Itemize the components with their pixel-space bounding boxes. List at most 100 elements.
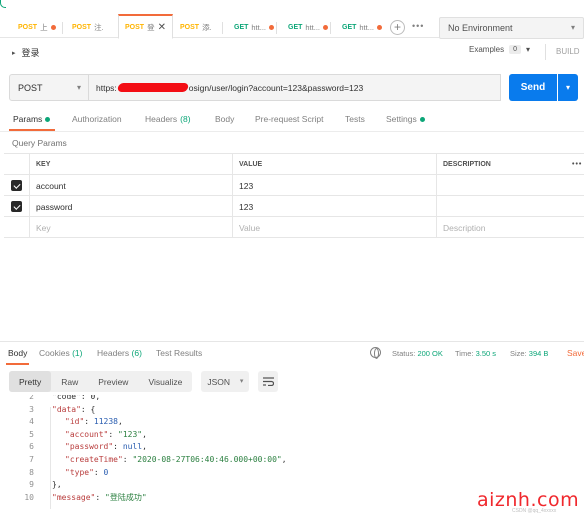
build-mode-button[interactable]: BUILD (556, 47, 580, 56)
active-dot-icon (45, 116, 51, 122)
response-divider[interactable] (0, 341, 584, 342)
param-value[interactable]: 123 (232, 175, 436, 196)
tab-params[interactable]: Params (13, 114, 51, 124)
response-tab-cookies[interactable]: Cookies (1) (39, 348, 82, 358)
request-sub-tabs: Params Authorization Headers (8) Body Pr… (0, 108, 584, 132)
row-checkbox-cell (4, 196, 29, 217)
code-token: "message" (52, 492, 96, 502)
checkbox-checked-icon[interactable] (11, 201, 22, 212)
code-text: "account": "123", (65, 429, 147, 442)
cookies-count: (1) (72, 348, 83, 358)
url-input[interactable]: https: osign/user/login?account=123&pass… (89, 74, 501, 101)
method-select[interactable]: POST ▾ (9, 74, 89, 101)
tab-headers[interactable]: Headers (8) (145, 114, 191, 124)
line-number: 10 (24, 492, 34, 502)
request-title[interactable]: ▸ 登录 (12, 46, 40, 59)
checkbox-checked-icon[interactable] (11, 180, 22, 191)
code-line: 8 "type": 0 (0, 467, 584, 480)
headers-count: (6) (131, 348, 142, 358)
size-readout: Size: 394 B (510, 349, 548, 358)
request-tab[interactable]: GET htt... (282, 16, 334, 38)
request-tab[interactable]: GET htt... (336, 16, 388, 38)
tab-method: GET (234, 23, 249, 31)
param-description[interactable] (436, 196, 566, 217)
view-visualize-button[interactable]: Visualize (138, 371, 192, 392)
new-tab-plus-icon[interactable]: + (390, 20, 405, 35)
new-key-input[interactable]: Key (29, 217, 232, 238)
code-token: "account" (65, 429, 109, 439)
size-value: 394 B (528, 349, 549, 358)
code-token: "type" (65, 467, 94, 477)
tab-divider (62, 22, 63, 34)
status-value: 200 OK (417, 349, 443, 358)
save-response-button[interactable]: Save (567, 348, 584, 358)
send-options-chevron-icon[interactable]: ▾ (558, 74, 578, 101)
environment-select[interactable]: No Environment ▾ (439, 17, 584, 39)
tab-divider (276, 22, 277, 34)
tab-body[interactable]: Body (215, 114, 234, 124)
param-value[interactable]: 123 (232, 196, 436, 217)
view-preview-button[interactable]: Preview (88, 371, 138, 392)
view-pretty-button[interactable]: Pretty (9, 371, 52, 392)
code-token: "登陆成功" (105, 492, 147, 502)
param-key[interactable]: account (29, 175, 232, 196)
view-raw-button[interactable]: Raw (51, 371, 88, 392)
header-cell-value: VALUE (232, 154, 436, 175)
request-tab[interactable]: GET htt... (228, 16, 280, 38)
status-label: Status: (392, 349, 416, 358)
header-cell (4, 154, 29, 175)
code-token: "2020-08-27T06:40:46.000+00:00" (132, 455, 282, 464)
row-checkbox-cell (4, 175, 29, 196)
line-number: 3 (29, 404, 34, 414)
code-token: : (113, 442, 123, 452)
request-tab-active[interactable]: POST 登 ✕ (118, 14, 173, 39)
code-text: "createTime": "2020-08-27T06:40:46.000+0… (65, 454, 287, 467)
more-tabs-icon[interactable]: ••• (412, 21, 424, 31)
divider (545, 44, 546, 60)
tab-pre-request-script[interactable]: Pre-request Script (255, 114, 324, 124)
format-select[interactable]: JSON ▾ (201, 371, 250, 392)
send-button[interactable]: Send (509, 74, 557, 101)
response-tab-test-results[interactable]: Test Results (156, 348, 202, 358)
tab-settings[interactable]: Settings (386, 114, 425, 124)
url-prefix: https: (96, 82, 117, 93)
line-number: 5 (29, 429, 34, 439)
code-token: : (84, 417, 94, 427)
globe-icon[interactable] (370, 347, 381, 359)
param-key[interactable]: password (29, 196, 232, 217)
param-description[interactable] (436, 175, 566, 196)
request-tab[interactable]: POST 添. (174, 16, 218, 38)
response-tab-headers[interactable]: Headers (6) (97, 348, 142, 358)
request-tab[interactable]: POST 上 (12, 16, 62, 38)
table-row: password 123 (4, 196, 584, 217)
new-value-input[interactable]: Value (232, 217, 436, 238)
request-name: 登录 (21, 48, 40, 58)
tab-authorization[interactable]: Authorization (72, 114, 122, 124)
more-options-icon[interactable]: ••• (566, 154, 584, 175)
active-tab-indicator (9, 129, 55, 131)
code-token: , (142, 442, 147, 452)
line-number: 6 (29, 442, 34, 452)
tab-tests[interactable]: Tests (345, 114, 365, 124)
code-text: }, (52, 479, 62, 492)
examples-label: Examples (469, 45, 505, 54)
corner-indicator (0, 0, 6, 8)
examples-dropdown[interactable]: Examples 0 ▾ (469, 45, 530, 54)
environment-label: No Environment (448, 23, 513, 33)
code-line: 2 "code": 0, (0, 395, 584, 404)
tab-method: POST (18, 23, 38, 31)
new-description-input[interactable]: Description (436, 217, 566, 238)
close-icon[interactable]: ✕ (158, 22, 166, 33)
line-number: 9 (29, 480, 34, 490)
code-token: , (118, 417, 123, 427)
code-token: 0 (103, 467, 109, 477)
line-number: 7 (29, 455, 34, 464)
response-tab-body[interactable]: Body (8, 348, 27, 358)
code-token: "123" (118, 429, 143, 439)
wrap-lines-button[interactable] (258, 371, 279, 392)
request-tab[interactable]: POST 注. (66, 16, 110, 38)
table-header-row: KEY VALUE DESCRIPTION ••• (4, 154, 584, 175)
code-token: : (93, 467, 104, 477)
examples-count-badge: 0 (509, 45, 522, 54)
view-mode-group: Pretty Raw Preview Visualize (9, 371, 193, 392)
